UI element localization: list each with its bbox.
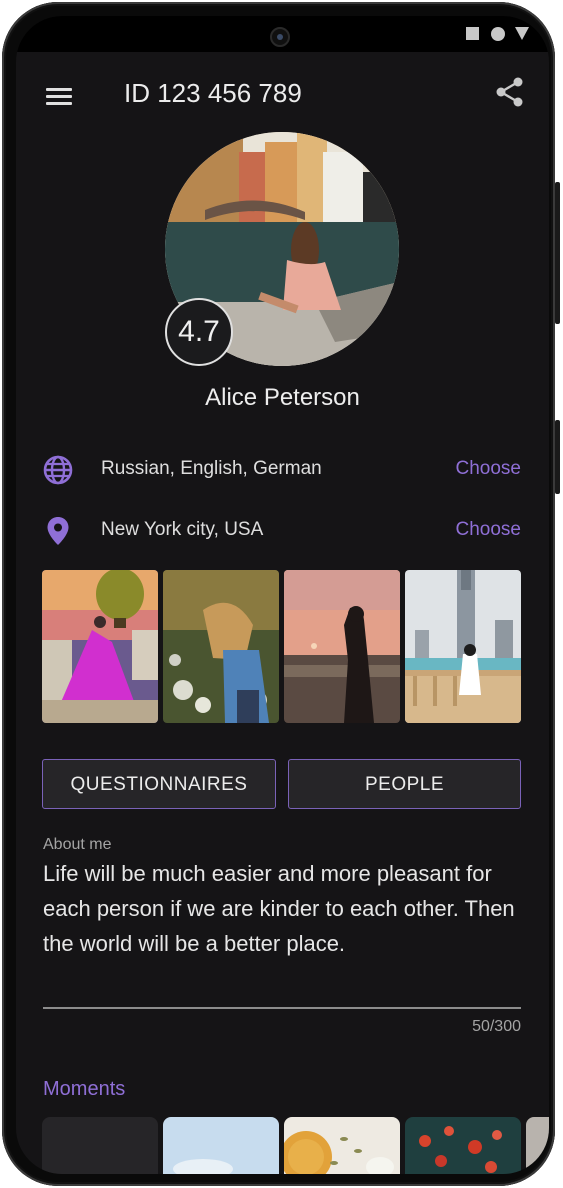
page-title: ID 123 456 789 bbox=[124, 78, 302, 108]
gallery-photo[interactable] bbox=[42, 570, 158, 723]
questionnaires-button[interactable]: QUESTIONNAIRES bbox=[42, 759, 276, 809]
location-text: New York city, USA bbox=[101, 519, 264, 540]
gallery-photo-image bbox=[42, 570, 158, 723]
moment-thumbnail[interactable] bbox=[163, 1117, 279, 1174]
volume-button bbox=[555, 420, 560, 494]
share-icon[interactable] bbox=[492, 74, 528, 110]
moment-add-tile[interactable] bbox=[42, 1117, 158, 1174]
about-underline bbox=[43, 1007, 521, 1009]
power-button bbox=[555, 182, 560, 324]
status-bar bbox=[16, 16, 549, 52]
character-counter: 50/300 bbox=[472, 1018, 521, 1035]
gallery-photo[interactable] bbox=[405, 570, 521, 723]
gallery-photo-image bbox=[405, 570, 521, 723]
location-row: New York city, USA Choose bbox=[16, 511, 549, 551]
recent-apps-icon bbox=[466, 27, 479, 40]
home-icon bbox=[491, 27, 505, 41]
gallery-photo[interactable] bbox=[284, 570, 400, 723]
moment-thumbnail[interactable] bbox=[405, 1117, 521, 1174]
moment-thumbnail-image bbox=[163, 1117, 279, 1174]
moment-thumbnail-image bbox=[405, 1117, 521, 1174]
choose-languages-link[interactable]: Choose bbox=[456, 458, 522, 480]
choose-location-link[interactable]: Choose bbox=[456, 519, 522, 541]
moments-title: Moments bbox=[43, 1078, 126, 1100]
languages-row: Russian, English, German Choose bbox=[16, 450, 549, 490]
gallery-photo-image bbox=[284, 570, 400, 723]
back-icon bbox=[515, 27, 529, 40]
gallery-photo[interactable] bbox=[163, 570, 279, 723]
about-text-field[interactable]: Life will be much easier and more pleasa… bbox=[43, 856, 523, 961]
front-camera bbox=[270, 27, 290, 47]
moment-thumbnail[interactable] bbox=[284, 1117, 400, 1174]
menu-icon[interactable] bbox=[44, 82, 74, 112]
rating-badge: 4.7 bbox=[165, 298, 233, 366]
user-name: Alice Peterson bbox=[205, 384, 360, 411]
globe-icon bbox=[43, 455, 73, 485]
app-bar: ID 123 456 789 bbox=[16, 52, 549, 132]
moment-thumbnail[interactable] bbox=[526, 1117, 549, 1174]
people-button[interactable]: PEOPLE bbox=[288, 759, 521, 809]
moment-thumbnail-image bbox=[284, 1117, 400, 1174]
about-label: About me bbox=[43, 836, 112, 853]
location-pin-icon bbox=[47, 517, 69, 545]
app-screen: ID 123 456 789 4.7 Alice Peterson Russia… bbox=[16, 16, 549, 1174]
languages-text: Russian, English, German bbox=[101, 458, 322, 479]
gallery-photo-image bbox=[163, 570, 279, 723]
phone-frame: ID 123 456 789 4.7 Alice Peterson Russia… bbox=[2, 2, 560, 1186]
